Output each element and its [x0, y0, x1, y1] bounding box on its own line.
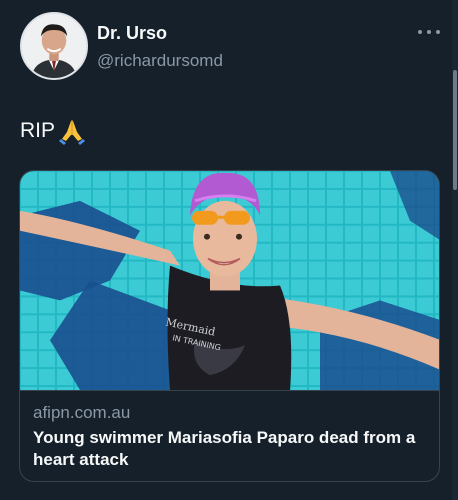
- tweet: Dr. Urso @richardursomd RIP Mermaid IN T…: [0, 0, 458, 500]
- more-dot: [418, 30, 422, 34]
- link-card[interactable]: Mermaid IN TRAINING afipn.com.au Young s…: [19, 170, 440, 482]
- more-dot: [427, 30, 431, 34]
- card-title: Young swimmer Mariasofia Paparo dead fro…: [33, 428, 416, 469]
- card-image[interactable]: Mermaid IN TRAINING: [20, 171, 439, 391]
- scrollbar-thumb[interactable]: [453, 70, 457, 190]
- author-handle[interactable]: @richardursomd: [97, 51, 223, 71]
- card-domain: afipn.com.au: [33, 403, 131, 422]
- avatar[interactable]: [20, 12, 88, 80]
- tweet-text-content: RIP: [20, 119, 56, 142]
- more-horizontal-icon[interactable]: [418, 26, 440, 38]
- folded-hands-icon: [58, 117, 86, 145]
- scrollbar[interactable]: [452, 0, 458, 500]
- avatar-photo: [22, 14, 86, 78]
- more-dot: [436, 30, 440, 34]
- author-display-name[interactable]: Dr. Urso: [97, 23, 167, 44]
- tweet-text: RIP: [20, 117, 86, 145]
- swimmer-photo: Mermaid IN TRAINING: [20, 171, 439, 390]
